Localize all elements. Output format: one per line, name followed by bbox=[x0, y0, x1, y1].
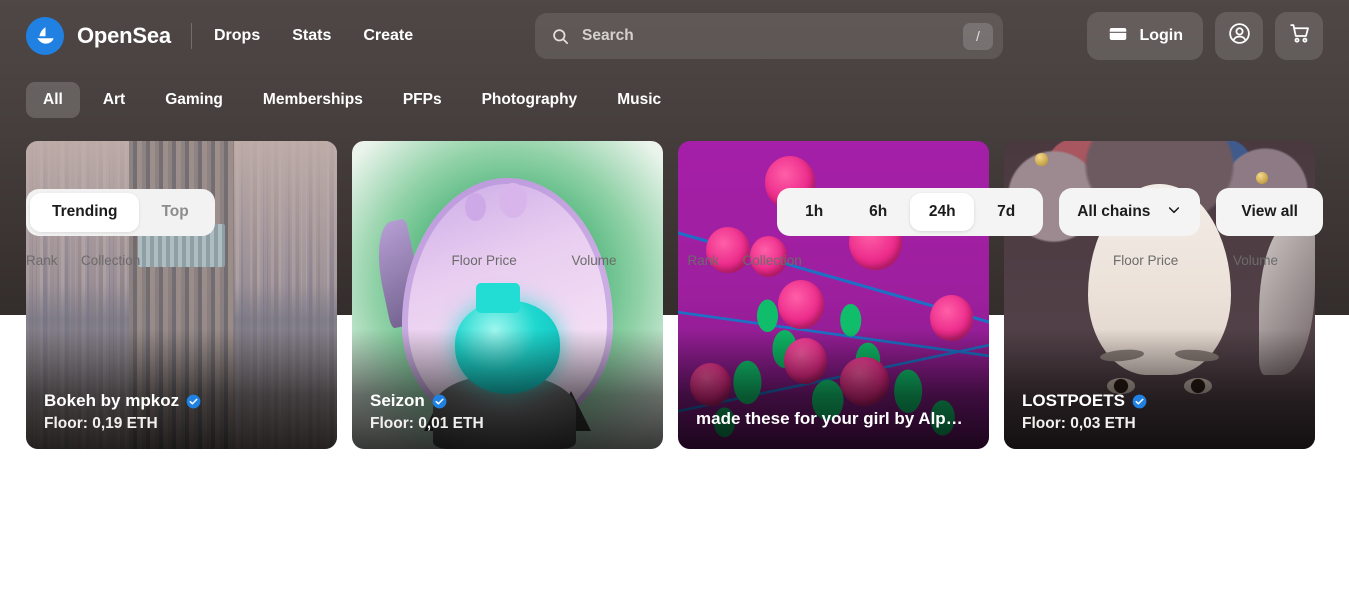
card-text: Bokeh by mpkoz Floor: 0,19 ETH bbox=[44, 391, 323, 433]
search-box[interactable]: / bbox=[535, 13, 1003, 59]
category-tab-memberships[interactable]: Memberships bbox=[246, 82, 380, 118]
card-floor-price: Floor: 0,19 ETH bbox=[44, 415, 158, 432]
column-header-floor-price[interactable]: Floor Price bbox=[452, 253, 572, 268]
category-tab-art[interactable]: Art bbox=[86, 82, 142, 118]
card-floor-price: Floor: 0,01 ETH bbox=[370, 415, 484, 432]
nav-link-stats[interactable]: Stats bbox=[292, 27, 331, 45]
header-divider bbox=[190, 23, 192, 49]
card-title: LOSTPOETS bbox=[1022, 391, 1125, 410]
search-shortcut-key: / bbox=[963, 22, 993, 50]
wallet-icon bbox=[1107, 23, 1129, 50]
nav-link-create[interactable]: Create bbox=[363, 27, 413, 45]
card-title-row: made these for your girl by Alpha… bbox=[696, 409, 975, 429]
card-title-row: Bokeh by mpkoz bbox=[44, 391, 323, 411]
brand-logo[interactable]: OpenSea bbox=[26, 17, 171, 55]
account-button[interactable] bbox=[1215, 12, 1263, 60]
dark-hero-region: OpenSea Drops Stats Create / bbox=[0, 0, 1349, 449]
card-title: made these for your girl by Alpha… bbox=[696, 409, 966, 428]
category-tab-all[interactable]: All bbox=[26, 82, 80, 118]
cart-button[interactable] bbox=[1275, 12, 1323, 60]
card-title-row: Seizon bbox=[370, 391, 649, 411]
login-button-label: Login bbox=[1139, 27, 1183, 44]
category-tab-gaming[interactable]: Gaming bbox=[148, 82, 240, 118]
login-button[interactable]: Login bbox=[1087, 12, 1203, 60]
column-header-collection[interactable]: Collection bbox=[81, 253, 452, 268]
column-header-collection[interactable]: Collection bbox=[743, 253, 1114, 268]
verified-badge-icon bbox=[186, 394, 201, 409]
chain-filter-label: All chains bbox=[1077, 203, 1151, 220]
time-range-7d[interactable]: 7d bbox=[974, 193, 1038, 231]
verified-badge-icon bbox=[1132, 394, 1147, 409]
category-tabs: All Art Gaming Memberships PFPs Photogra… bbox=[0, 72, 1349, 128]
time-range-6h[interactable]: 6h bbox=[846, 193, 910, 231]
column-header-volume[interactable]: Volume bbox=[572, 253, 662, 268]
rankings-table-left: Rank Collection Floor Price Volume bbox=[26, 253, 662, 268]
view-all-button[interactable]: View all bbox=[1216, 188, 1323, 236]
sailboat-icon bbox=[26, 17, 64, 55]
ranking-tab-top[interactable]: Top bbox=[139, 193, 210, 232]
rankings-filters: 1h 6h 24h 7d All chains View all bbox=[777, 188, 1323, 236]
category-tab-photography[interactable]: Photography bbox=[465, 82, 595, 118]
nav-link-drops[interactable]: Drops bbox=[214, 27, 260, 45]
time-range-toggle: 1h 6h 24h 7d bbox=[777, 188, 1044, 236]
card-artwork-detail bbox=[476, 282, 520, 314]
ranking-tab-trending[interactable]: Trending bbox=[30, 192, 140, 232]
account-circle-icon bbox=[1227, 21, 1252, 51]
search-container: / bbox=[535, 13, 1003, 59]
column-header-rank[interactable]: Rank bbox=[688, 253, 743, 268]
chevron-down-icon bbox=[1166, 202, 1182, 223]
card-title: Bokeh by mpkoz bbox=[44, 391, 180, 410]
card-floor-price: Floor: 0,03 ETH bbox=[1022, 415, 1136, 432]
search-input[interactable] bbox=[582, 27, 963, 45]
site-header: OpenSea Drops Stats Create / bbox=[0, 0, 1349, 72]
card-title-row: LOSTPOETS bbox=[1022, 391, 1301, 411]
category-tab-music[interactable]: Music bbox=[600, 82, 678, 118]
rankings-tables: Rank Collection Floor Price Volume Rank … bbox=[0, 253, 1349, 268]
primary-nav: Drops Stats Create bbox=[214, 27, 413, 45]
column-header-volume[interactable]: Volume bbox=[1233, 253, 1323, 268]
card-text: Seizon Floor: 0,01 ETH bbox=[370, 391, 649, 433]
column-header-rank[interactable]: Rank bbox=[26, 253, 81, 268]
card-text: LOSTPOETS Floor: 0,03 ETH bbox=[1022, 391, 1301, 433]
shopping-cart-icon bbox=[1287, 21, 1312, 51]
ranking-type-toggle: Trending Top bbox=[26, 188, 215, 236]
rankings-table-right: Rank Collection Floor Price Volume bbox=[688, 253, 1324, 268]
search-icon bbox=[551, 27, 570, 46]
time-range-1h[interactable]: 1h bbox=[782, 193, 846, 231]
card-title: Seizon bbox=[370, 391, 425, 410]
column-header-floor-price[interactable]: Floor Price bbox=[1113, 253, 1233, 268]
chain-filter-dropdown[interactable]: All chains bbox=[1059, 188, 1201, 236]
brand-name: OpenSea bbox=[77, 23, 171, 48]
card-text: made these for your girl by Alpha… bbox=[696, 409, 975, 433]
header-actions: Login bbox=[1087, 12, 1323, 60]
category-tab-pfps[interactable]: PFPs bbox=[386, 82, 459, 118]
rankings-controls: Trending Top 1h 6h 24h 7d All chains Vie… bbox=[0, 155, 1349, 241]
time-range-24h[interactable]: 24h bbox=[910, 193, 975, 231]
card-artwork-detail bbox=[777, 279, 825, 329]
verified-badge-icon bbox=[432, 394, 447, 409]
